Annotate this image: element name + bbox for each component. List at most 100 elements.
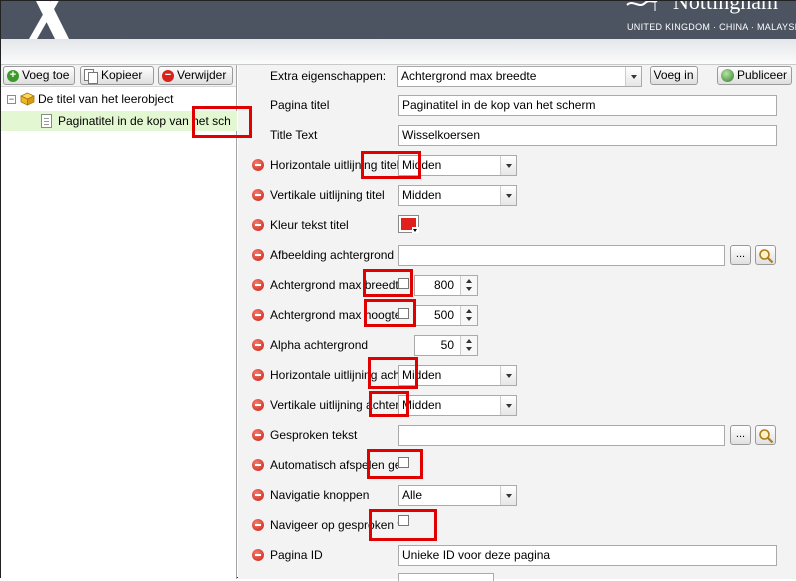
remove-property-icon[interactable] [252,249,264,261]
browse-button[interactable]: ... [730,245,751,265]
learning-object-icon [20,92,35,106]
remove-property-icon[interactable] [252,549,264,561]
chevron-down-icon [412,227,419,233]
property-label: Gesproken tekst [270,428,358,442]
publish-button-label: Publiceer [736,68,787,82]
globe-icon [721,69,734,82]
property-label: Kleur tekst titel [270,218,349,232]
highlight-box [367,449,423,479]
stepper-arrows-icon[interactable] [460,336,477,355]
chevron-down-icon[interactable] [500,396,516,415]
property-spoken-text: Gesproken tekst ... [238,421,796,449]
structure-toolbar: + Voeg toe Kopieer − Verwijder [1,65,236,87]
stepper-value: 500 [433,308,454,322]
property-v-align-bg: Vertikale uitlijning achtergrond Midden [238,391,796,419]
property-bg-max-height: Achtergrond max hoogte 500 [238,301,796,329]
next-property-input[interactable] [398,573,494,581]
remove-property-icon[interactable] [252,489,264,501]
insert-button-label: Voeg in [653,68,694,82]
highlight-box [368,357,418,389]
university-name: Nottingham [673,1,779,14]
property-h-align-bg: Horizontale uitlijning achtergrond Midde… [238,361,796,389]
chevron-down-icon[interactable] [500,186,516,205]
magnifier-icon [759,249,774,264]
nav-buttons-select[interactable]: Alle [398,485,517,506]
property-page-id: Pagina ID Unieke ID voor deze pagina [238,541,796,569]
publish-button[interactable]: Publiceer [717,66,792,85]
remove-property-icon[interactable] [252,399,264,411]
remove-property-icon[interactable] [252,519,264,531]
add-button-label: Voeg toe [22,68,70,82]
extra-properties-label: Extra eigenschappen: [270,69,387,83]
property-alpha-bg: Alpha achtergrond 50 [238,331,796,359]
property-navigate-spoken: Navigeer op gesproken tekst [238,511,796,539]
xerte-logo-icon [29,1,69,39]
title-text-input[interactable]: Wisselkoersen [398,125,777,146]
property-h-align-title: Horizontale uitlijning titel Midden [238,151,796,179]
add-button[interactable]: + Voeg toe [3,66,75,85]
property-bg-max-width: Achtergrond max breedte 800 [238,271,796,299]
color-picker[interactable] [398,215,419,233]
preview-button[interactable] [755,425,776,445]
browse-button[interactable]: ... [730,425,751,445]
chevron-down-icon[interactable] [625,67,641,86]
property-label: Title Text [270,128,318,142]
delete-button-label: Verwijder [177,68,227,82]
property-label: Navigatie knoppen [270,488,370,502]
property-nav-buttons: Navigatie knoppen Alle [238,481,796,509]
highlight-box [364,299,416,327]
property-page-title: Pagina titel Paginatitel in de kop van h… [238,91,796,119]
highlight-box [363,269,413,297]
remove-property-icon[interactable] [252,339,264,351]
page-title-input[interactable]: Paginatitel in de kop van het scherm [398,95,777,116]
highlight-box [361,151,421,179]
remove-property-icon[interactable] [252,159,264,171]
stepper-arrows-icon[interactable] [460,306,477,325]
extra-properties-select[interactable]: Achtergrond max breedte [397,66,642,87]
page-icon [41,114,52,128]
stepper-arrows-icon[interactable] [460,276,477,295]
chevron-down-icon[interactable] [500,366,516,385]
page-id-input[interactable]: Unieke ID voor deze pagina [398,545,777,566]
tree-item-label: De titel van het leerobject [38,92,174,106]
highlight-box [369,509,437,541]
property-label: Alpha achtergrond [270,338,369,352]
property-text-color-title: Kleur tekst titel [238,211,796,239]
structure-panel: + Voeg toe Kopieer − Verwijder − De tite… [1,65,237,579]
remove-property-icon[interactable] [252,279,264,291]
remove-property-icon[interactable] [252,189,264,201]
v-align-title-select[interactable]: Midden [398,185,517,206]
chevron-down-icon[interactable] [500,486,516,505]
property-label: Vertikale uitlijning titel [270,188,385,202]
properties-toolbar: Extra eigenschappen: Achtergrond max bre… [238,65,796,87]
copy-button[interactable]: Kopieer [80,66,154,85]
bg-max-width-stepper[interactable]: 800 [414,275,478,296]
stepper-value: 50 [440,338,454,352]
remove-property-icon[interactable] [252,219,264,231]
delete-button[interactable]: − Verwijder [158,66,233,85]
remove-property-icon[interactable] [252,459,264,471]
property-title-text: Title Text Wisselkoersen [238,121,796,149]
alpha-bg-stepper[interactable]: 50 [414,335,478,356]
property-label: Pagina titel [270,98,330,112]
v-align-bg-select[interactable]: Midden [398,395,517,416]
remove-property-icon[interactable] [252,429,264,441]
select-value: Midden [402,188,442,202]
property-label: Pagina ID [270,548,323,562]
highlight-box [369,391,409,417]
remove-property-icon[interactable] [252,309,264,321]
property-v-align-title: Vertikale uitlijning titel Midden [238,181,796,209]
property-bg-image: Afbeelding achtergrond ... [238,241,796,269]
insert-button[interactable]: Voeg in [650,66,698,85]
spoken-text-input[interactable] [398,425,725,446]
chevron-down-icon[interactable] [500,156,516,175]
delete-icon: − [162,69,174,82]
collapse-icon[interactable]: − [7,94,16,104]
stepper-value: 800 [433,278,454,292]
remove-property-icon[interactable] [252,369,264,381]
preview-button[interactable] [755,245,776,265]
add-icon: + [7,69,19,82]
bg-image-input[interactable] [398,245,725,266]
bg-max-height-stepper[interactable]: 500 [414,305,478,326]
header-banner: Nottingham UNITED KINGDOM · CHINA · MALA… [1,1,796,39]
